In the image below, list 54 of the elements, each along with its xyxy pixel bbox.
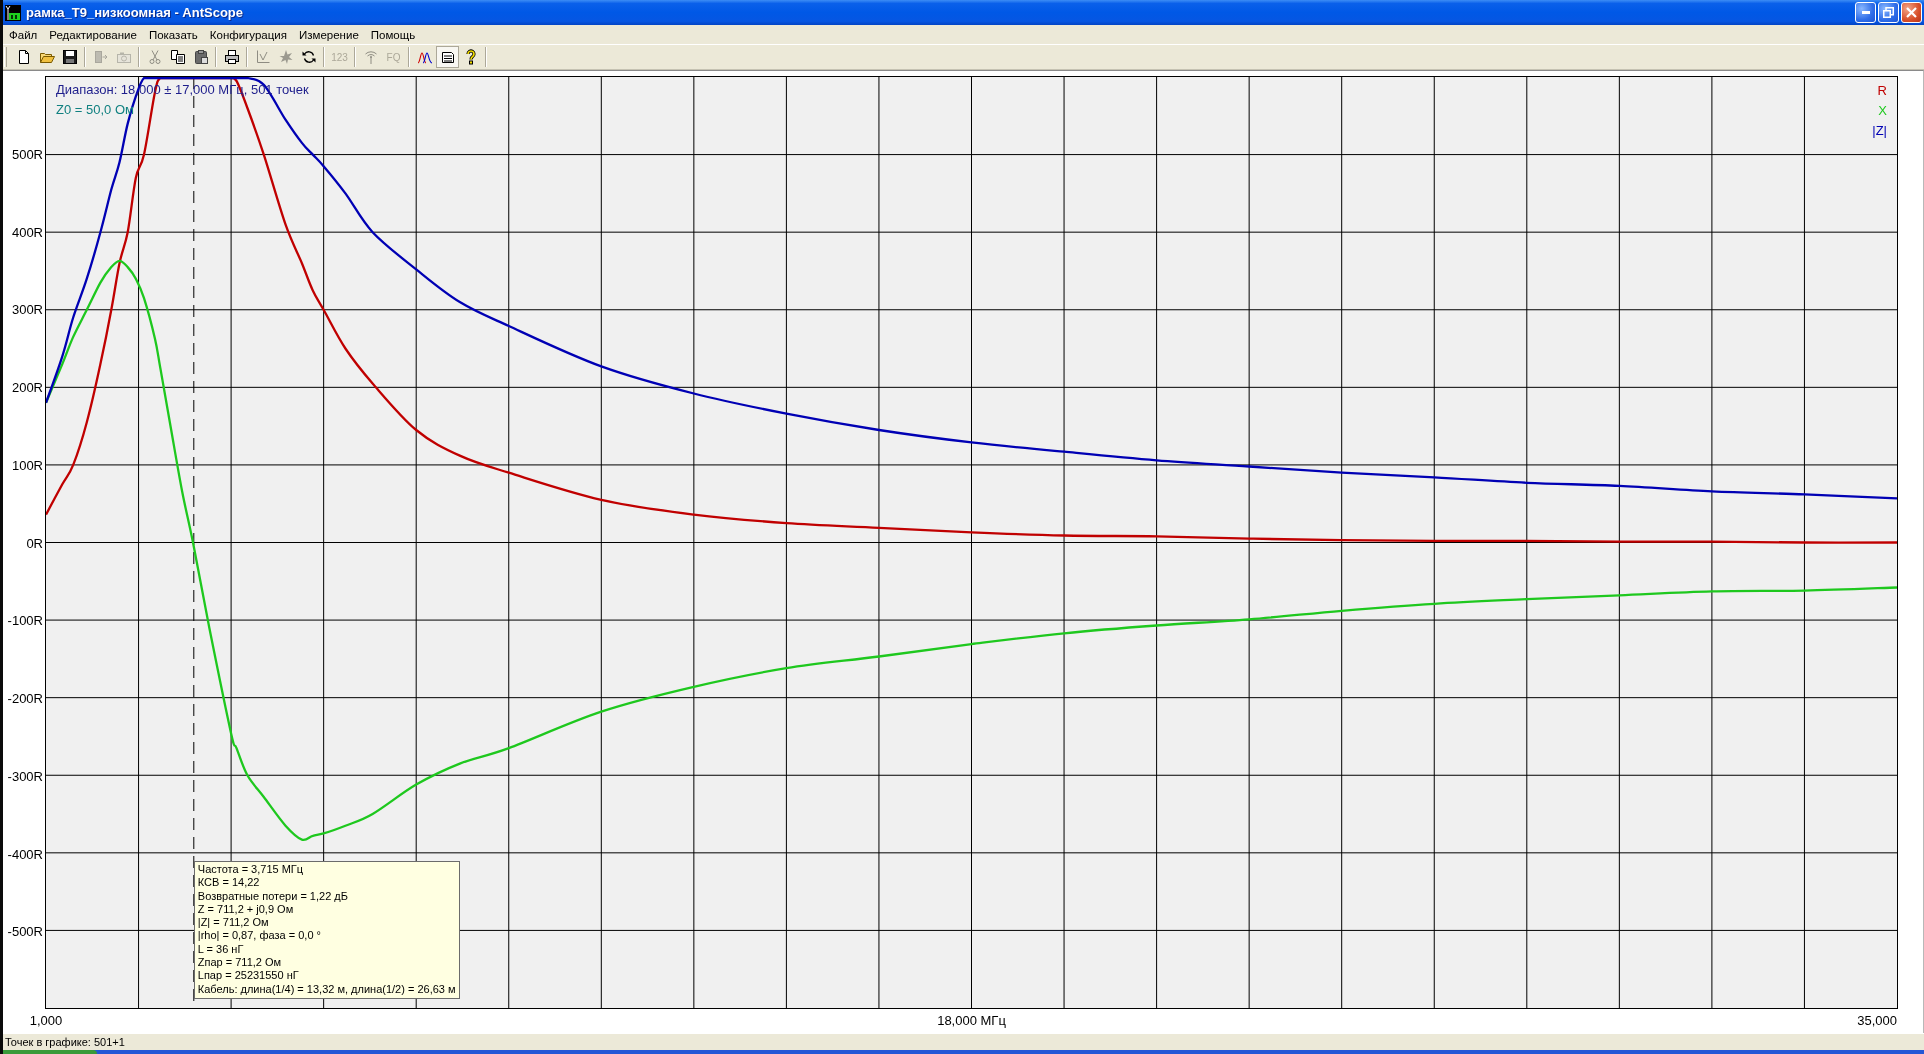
axis-label: 18,000 МГц bbox=[937, 1013, 1006, 1028]
minimize-button[interactable] bbox=[1855, 2, 1876, 23]
axis-label: -200R bbox=[7, 690, 43, 706]
readout-text: Частота = 3,715 МГц bbox=[197, 863, 305, 877]
clipboard-icon bbox=[192, 49, 209, 65]
menu-item[interactable]: Помощь bbox=[364, 28, 422, 41]
list-icon bbox=[439, 49, 456, 65]
axis-label: -100R bbox=[7, 612, 43, 628]
restore-button[interactable] bbox=[1878, 2, 1899, 23]
chart-icon bbox=[254, 49, 271, 65]
readout-text: КСВ = 14,22 bbox=[197, 876, 261, 890]
menu-item[interactable]: Измерение bbox=[292, 28, 365, 41]
readout-text: |Z| = 711,2 Ом bbox=[197, 916, 270, 930]
burst-icon bbox=[277, 49, 294, 65]
restore-icon bbox=[1883, 7, 1894, 18]
legend-label: |Z| bbox=[1872, 122, 1887, 140]
readout-text: Lпар = 25231550 нГ bbox=[197, 969, 300, 983]
menu-item[interactable]: Показать bbox=[142, 28, 204, 41]
minimize-icon bbox=[1861, 11, 1870, 14]
device-arrow-icon bbox=[92, 49, 109, 65]
legend-label: X bbox=[1878, 102, 1887, 120]
axis-label: -400R bbox=[7, 846, 43, 861]
status-text: Точек в графике: 501+1 bbox=[5, 1036, 125, 1048]
readout-text: Z = 711,2 + j0,9 Ом bbox=[197, 902, 295, 917]
readout-text: Zпар = 711,2 Ом bbox=[197, 956, 283, 970]
menu-item[interactable]: Файл bbox=[3, 28, 44, 41]
axis-label: -300R bbox=[7, 768, 43, 784]
close-icon bbox=[1906, 7, 1917, 18]
axis-label: 500R bbox=[11, 146, 43, 162]
printer-icon bbox=[223, 49, 240, 65]
menu-item[interactable]: Конфигурация bbox=[203, 28, 293, 41]
scissors-icon bbox=[146, 49, 163, 65]
refresh-icon bbox=[300, 49, 317, 65]
antenna-icon bbox=[362, 49, 379, 65]
toolbar-button[interactable] bbox=[436, 46, 459, 68]
axis-label: 35,000 bbox=[1857, 1013, 1897, 1028]
axis-label: 200R bbox=[11, 379, 43, 395]
readout-text: L = 36 нГ bbox=[197, 942, 245, 957]
legend-label: R bbox=[1877, 82, 1887, 100]
axis-label: 1,000 bbox=[29, 1013, 63, 1028]
readout-text: Возвратные потери = 1,22 дБ bbox=[197, 889, 349, 903]
axis-label: 300R bbox=[11, 301, 43, 317]
axis-label: 0R bbox=[26, 535, 43, 550]
window-title: рамка_Т9_низкоомная - AntScope bbox=[26, 5, 243, 20]
axis-label: -500R bbox=[7, 923, 43, 939]
start-button[interactable] bbox=[3, 1050, 97, 1054]
copy-icon bbox=[169, 49, 186, 65]
close-button[interactable] bbox=[1901, 2, 1922, 23]
menu-item[interactable]: Редактирование bbox=[43, 28, 143, 41]
readout-text: Кабель: длина(1/4) = 13,32 м, длина(1/2) = 26,63 м bbox=[197, 982, 456, 996]
axis-label: 100R bbox=[11, 457, 43, 473]
axis-label: 400R bbox=[11, 224, 43, 239]
app-icon bbox=[5, 4, 21, 21]
readout-text: |rho| = 0,87, фаза = 0,0 ° bbox=[197, 929, 322, 943]
